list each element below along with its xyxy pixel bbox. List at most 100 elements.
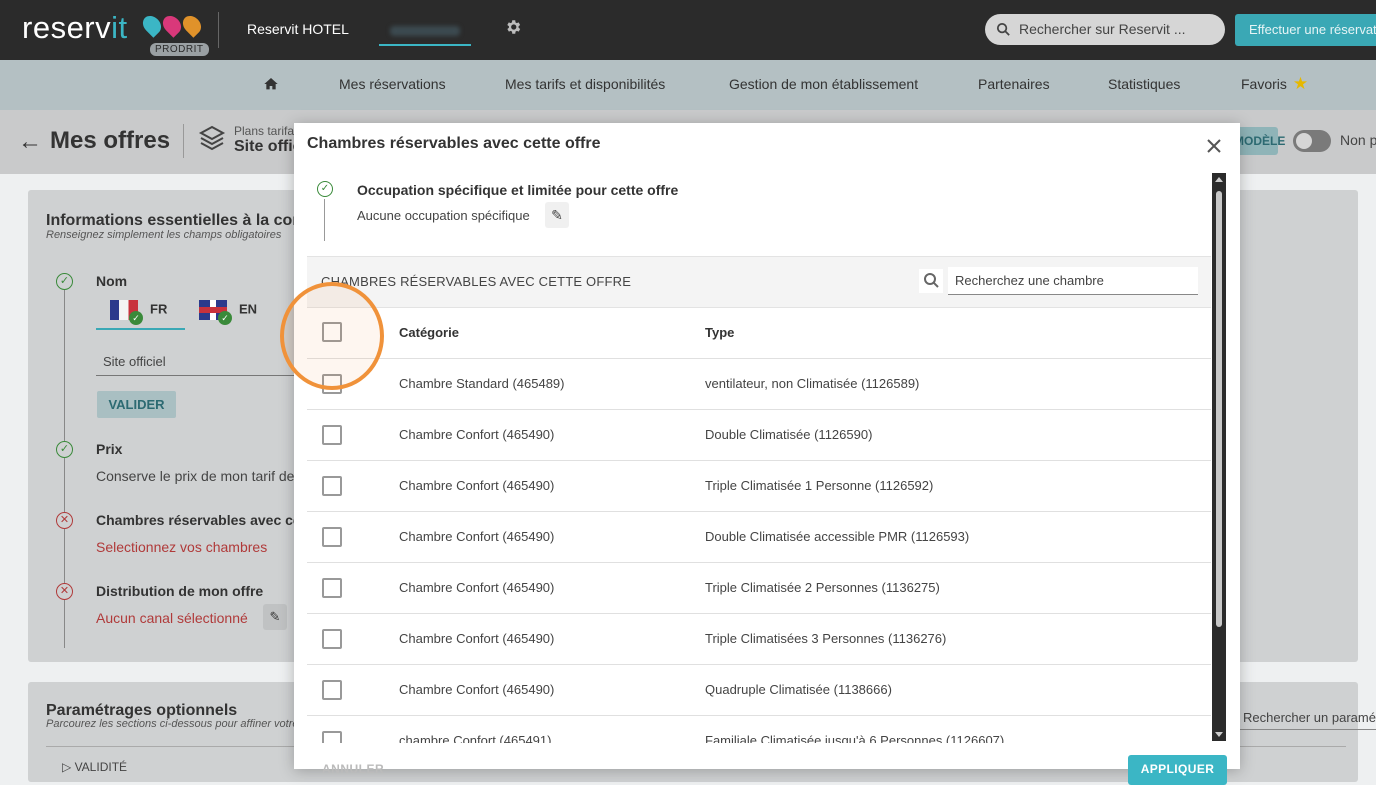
table-row[interactable]: Chambre Confort (465490) Triple Climatisé… — [307, 563, 1211, 614]
room-search-input[interactable] — [948, 267, 1198, 295]
nav-item-reservations[interactable]: Mes réservations — [339, 76, 446, 92]
row-type: ventilateur, non Climatisée (1126589) — [705, 376, 920, 391]
section-validite[interactable]: ▷ VALIDITÉ — [62, 760, 127, 774]
logo-text-accent: it — [111, 10, 128, 45]
france-flag-icon: ✓ — [110, 300, 143, 325]
tab-lang-en[interactable]: ✓ EN — [199, 300, 257, 330]
table-row[interactable]: Chambre Confort (465490) Quadruple Climat… — [307, 665, 1211, 716]
nav-item-favoris[interactable]: Favoris ★ — [1241, 74, 1308, 94]
settings-gear-icon[interactable] — [504, 18, 522, 42]
apply-button[interactable]: APPLIQUER — [1128, 755, 1227, 785]
select-all-checkbox[interactable] — [322, 322, 342, 342]
essentials-subtitle: Renseignez simplement les champs obligat… — [46, 229, 282, 241]
column-header-category[interactable]: Catégorie — [399, 325, 459, 340]
table-row[interactable]: Chambre Confort (465490) Double Climatisé… — [307, 512, 1211, 563]
global-search[interactable] — [985, 14, 1225, 45]
distribution-value[interactable]: Aucun canal sélectionné — [96, 610, 248, 626]
row-category: Chambre Confort (465490) — [399, 682, 555, 697]
row-checkbox[interactable] — [322, 629, 342, 649]
name-label: Nom — [96, 273, 128, 289]
logo-text: reserv — [22, 10, 112, 45]
uk-flag-icon: ✓ — [199, 300, 232, 325]
rooms-table-header: Catégorie Type — [307, 308, 1211, 359]
hotel-selector-tab[interactable] — [379, 18, 471, 46]
rooms-value[interactable]: Selectionnez vos chambres — [96, 539, 267, 555]
nav-item-etablissement[interactable]: Gestion de mon établissement — [729, 76, 918, 92]
table-row[interactable]: chambre Confort (465491) Familiale Climat… — [307, 716, 1211, 743]
row-type: Familiale Climatisée jusqu'à 6 Personnes… — [705, 733, 1005, 743]
offer-name-field[interactable]: Site officiel — [96, 352, 296, 376]
search-icon — [996, 22, 1010, 36]
error-circle-icon: ✕ — [56, 512, 73, 529]
occupancy-title: Occupation spécifique et limitée pour ce… — [357, 182, 679, 198]
column-header-type[interactable]: Type — [705, 325, 734, 340]
row-checkbox[interactable] — [322, 374, 342, 394]
check-circle-icon: ✓ — [56, 273, 73, 290]
book-reservation-button[interactable]: Effectuer une réservation — [1235, 14, 1376, 46]
cancel-button[interactable]: ANNULER — [322, 762, 384, 776]
row-checkbox[interactable] — [322, 527, 342, 547]
rooms-section-header: CHAMBRES RÉSERVABLES AVEC CETTE OFFRE — [307, 256, 1211, 308]
logo-badge: PRODRIT — [150, 43, 209, 56]
back-arrow-icon[interactable]: ← — [18, 128, 42, 156]
scroll-thumb[interactable] — [1216, 191, 1222, 627]
modal-body: ✓ Occupation spécifique et limitée pour … — [307, 173, 1226, 743]
table-row[interactable]: Chambre Confort (465490) Double Climatisé… — [307, 410, 1211, 461]
global-search-input[interactable] — [1017, 19, 1217, 39]
edit-pencil-icon[interactable]: ✎ — [263, 604, 287, 630]
row-type: Double Climatisée accessible PMR (112659… — [705, 529, 970, 544]
table-row[interactable]: Chambre Confort (465490) Triple Climatisé… — [307, 614, 1211, 665]
triangle-right-icon: ▷ — [62, 760, 75, 774]
row-checkbox[interactable] — [322, 476, 342, 496]
row-type: Triple Climatisées 3 Personnes (1136276) — [705, 631, 947, 646]
logo-pins-icon — [139, 12, 205, 38]
check-circle-icon: ✓ — [56, 441, 73, 458]
row-type: Triple Climatisée 1 Personne (1126592) — [705, 478, 934, 493]
modal-scrollbar[interactable] — [1212, 173, 1226, 741]
row-category: Chambre Confort (465490) — [399, 580, 555, 595]
main-nav: Mes réservations Mes tarifs et disponibi… — [0, 60, 1376, 110]
top-bar: reservit PRODRIT Reservit HOTEL Effectue… — [0, 0, 1376, 60]
occupancy-value: Aucune occupation spécifique — [357, 208, 530, 223]
optional-subtitle: Parcourez les sections ci-dessous pour a… — [46, 718, 324, 730]
table-row[interactable]: Chambre Confort (465490) Triple Climatisé… — [307, 461, 1211, 512]
nav-item-tarifs[interactable]: Mes tarifs et disponibilités — [505, 76, 665, 92]
nav-item-statistiques[interactable]: Statistiques — [1108, 76, 1180, 92]
row-type: Triple Climatisée 2 Personnes (1136275) — [705, 580, 940, 595]
rooms-section-title: CHAMBRES RÉSERVABLES AVEC CETTE OFFRE — [321, 274, 632, 289]
row-checkbox[interactable] — [322, 731, 342, 743]
section-validite-label: VALIDITÉ — [74, 760, 128, 774]
row-checkbox[interactable] — [322, 425, 342, 445]
row-type: Quadruple Climatisée (1138666) — [705, 682, 892, 697]
scroll-up-arrow-icon[interactable] — [1215, 177, 1223, 182]
check-circle-icon: ✓ — [317, 181, 333, 197]
validate-button[interactable]: VALIDER — [97, 391, 176, 418]
occupancy-timeline — [324, 199, 325, 241]
toggle-knob — [1296, 133, 1312, 149]
publish-toggle[interactable] — [1293, 130, 1331, 152]
row-checkbox[interactable] — [322, 578, 342, 598]
error-circle-icon: ✕ — [56, 583, 73, 600]
active-tab-indicator — [96, 328, 185, 330]
rooms-modal: Chambres réservables avec cette offre ✓ … — [294, 123, 1240, 769]
tab-lang-fr[interactable]: ✓ FR — [110, 300, 167, 330]
row-category: Chambre Standard (465489) — [399, 376, 565, 391]
reservit-logo[interactable]: reservit — [22, 10, 128, 46]
table-row[interactable]: Chambre Standard (465489) ventilateur, no… — [307, 359, 1211, 410]
check-badge-icon: ✓ — [218, 311, 232, 325]
lang-fr-label: FR — [150, 301, 168, 317]
edit-pencil-icon[interactable]: ✎ — [545, 202, 569, 228]
optional-search-field[interactable]: Rechercher un paramétrage optionnel — [1240, 704, 1376, 730]
layers-icon — [198, 125, 226, 151]
nav-item-partenaires[interactable]: Partenaires — [978, 76, 1050, 92]
close-icon[interactable] — [1204, 136, 1224, 156]
search-icon — [919, 269, 943, 293]
hotel-name[interactable]: Reservit HOTEL — [247, 21, 349, 37]
scroll-down-arrow-icon[interactable] — [1215, 732, 1223, 737]
row-checkbox[interactable] — [322, 680, 342, 700]
home-icon[interactable] — [263, 76, 279, 92]
row-type: Double Climatisée (1126590) — [705, 427, 873, 442]
modal-title: Chambres réservables avec cette offre — [307, 135, 601, 152]
check-badge-icon: ✓ — [129, 311, 143, 325]
lang-en-label: EN — [239, 301, 258, 317]
